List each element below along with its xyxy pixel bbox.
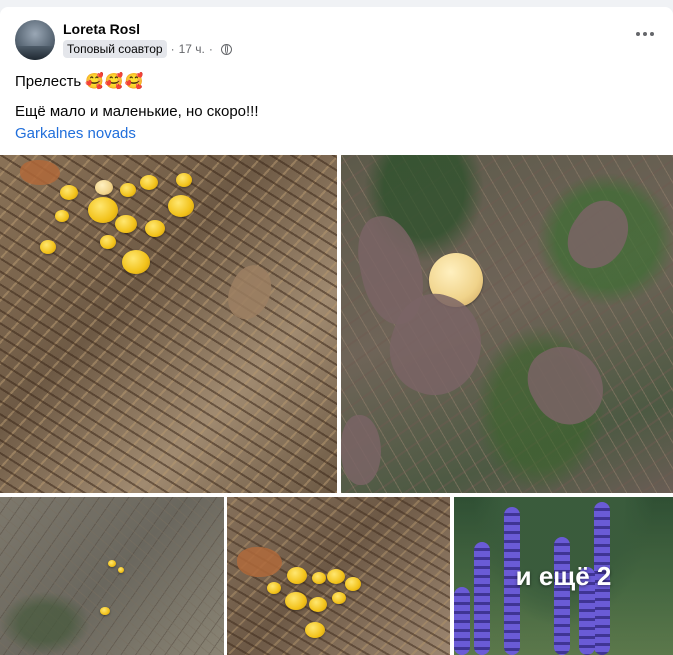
photo-2[interactable] bbox=[341, 155, 673, 493]
photo-1[interactable] bbox=[0, 155, 337, 493]
avatar[interactable] bbox=[15, 20, 55, 60]
meta-separator: · bbox=[170, 42, 175, 56]
more-photos-label[interactable]: и ещё 2 bbox=[454, 497, 673, 655]
post-text-line-1: Прелесть 🥰🥰🥰 bbox=[15, 72, 144, 90]
top-contributor-badge[interactable]: Топовый соавтор bbox=[63, 40, 167, 58]
location-link[interactable]: Garkalnes novads bbox=[15, 125, 136, 142]
photo-4[interactable] bbox=[227, 497, 450, 655]
dot-icon bbox=[643, 32, 647, 36]
dot-icon bbox=[650, 32, 654, 36]
meta-separator-2: · bbox=[208, 42, 213, 56]
more-options-button[interactable] bbox=[633, 29, 657, 39]
author-name[interactable]: Loreta Rosl bbox=[63, 21, 140, 37]
photo-3[interactable] bbox=[0, 497, 224, 655]
post-time[interactable]: 17 ч. bbox=[179, 42, 205, 56]
photo-5-more[interactable]: и ещё 2 bbox=[454, 497, 673, 655]
post-card: Loreta Rosl Топовый соавтор · 17 ч. · Пр… bbox=[0, 7, 673, 655]
dot-icon bbox=[636, 32, 640, 36]
post-meta: Топовый соавтор · 17 ч. · bbox=[63, 40, 232, 58]
post-text-1: Прелесть bbox=[15, 73, 82, 90]
emoji-hearts: 🥰🥰🥰 bbox=[85, 73, 145, 90]
globe-icon bbox=[220, 43, 232, 55]
post-text-line-2: Ещё мало и маленькие, но скоро!!! bbox=[15, 103, 259, 120]
